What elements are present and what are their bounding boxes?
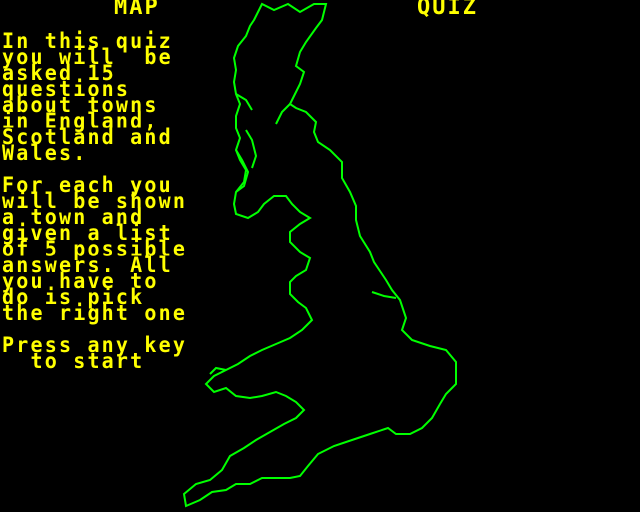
mainland-outline [182,2,457,508]
coast-detail-6 [275,103,291,125]
coast-detail-2 [245,129,258,169]
game-screen[interactable]: MAP QUIZ In this quiz you will be asked … [0,0,640,512]
intro-line-8: Wales. [2,139,88,165]
instructions-text: In this quiz you will be asked 15 questi… [2,30,217,373]
coast-detail-4 [371,291,397,299]
instruction-line-9: the right one [2,299,188,325]
press-key-prompt-line-2: to start [2,347,145,373]
